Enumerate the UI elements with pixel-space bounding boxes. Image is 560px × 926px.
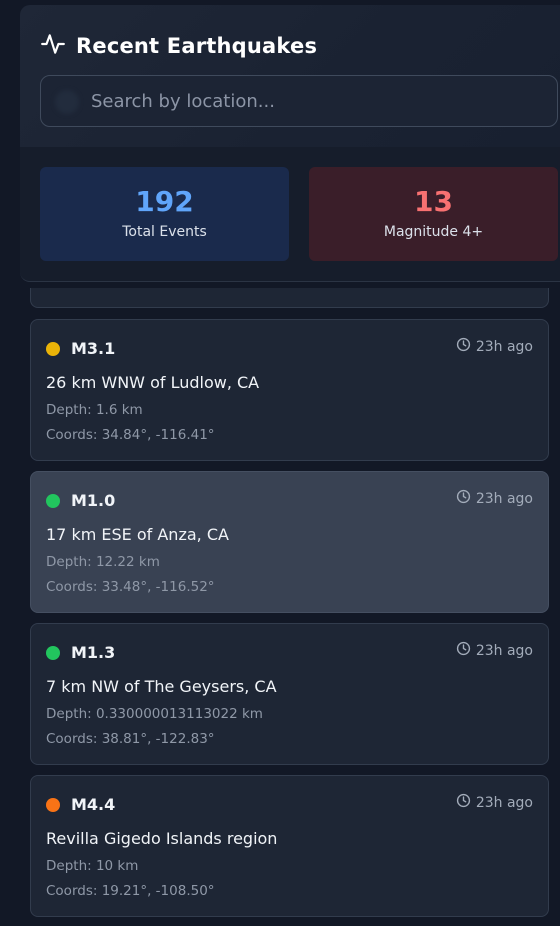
quake-depth: Depth: 12.22 km <box>46 554 160 570</box>
quake-card[interactable]: M1.3 23h ago 7 km NW of The Geysers, CA … <box>30 623 549 765</box>
header-panel: Recent Earthquakes <box>20 5 560 147</box>
magnitude-4-plus-stat: 13 Magnitude 4+ <box>309 167 558 261</box>
page-title: Recent Earthquakes <box>76 34 318 58</box>
previous-card-edge[interactable] <box>30 288 549 308</box>
quake-depth: Depth: 10 km <box>46 858 139 874</box>
magnitude-4-plus-value: 13 <box>414 185 453 218</box>
search-icon <box>55 90 79 114</box>
activity-pulse-icon <box>40 31 66 61</box>
magnitude-label: M1.0 <box>71 491 116 510</box>
quake-location: 17 km ESE of Anza, CA <box>46 525 229 544</box>
magnitude-label: M4.4 <box>71 795 116 814</box>
magnitude-dot <box>46 493 60 508</box>
magnitude-label: M3.1 <box>71 339 116 358</box>
clock-icon <box>456 337 476 356</box>
quake-location: Revilla Gigedo Islands region <box>46 829 278 848</box>
time-ago: 23h ago <box>475 338 533 355</box>
total-events-value: 192 <box>135 185 194 218</box>
clock-icon <box>456 489 476 508</box>
quake-coords: Coords: 33.48°, -116.52° <box>46 579 215 595</box>
quake-depth: Depth: 1.6 km <box>46 402 143 418</box>
magnitude-dot <box>46 341 60 356</box>
time-ago: 23h ago <box>475 490 533 507</box>
quake-card[interactable]: M3.1 23h ago 26 km WNW of Ludlow, CA Dep… <box>30 319 549 461</box>
earthquake-app: Recent Earthquakes 192 Total Events 13 M… <box>0 0 560 926</box>
magnitude-dot <box>46 645 60 660</box>
quake-card[interactable]: M4.4 23h ago Revilla Gigedo Islands regi… <box>30 775 549 917</box>
quake-coords: Coords: 34.84°, -116.41° <box>46 427 215 443</box>
time-ago: 23h ago <box>475 794 533 811</box>
total-events-stat: 192 Total Events <box>40 167 289 261</box>
time-ago: 23h ago <box>475 642 533 659</box>
quake-location: 26 km WNW of Ludlow, CA <box>46 373 260 392</box>
stats-panel: 192 Total Events 13 Magnitude 4+ <box>20 147 560 282</box>
search-box[interactable] <box>40 75 558 127</box>
magnitude-4-plus-label: Magnitude 4+ <box>383 224 484 240</box>
total-events-label: Total Events <box>122 224 207 240</box>
quake-coords: Coords: 19.21°, -108.50° <box>46 883 215 899</box>
magnitude-dot <box>46 797 60 812</box>
title-row: Recent Earthquakes <box>40 31 317 61</box>
clock-icon <box>456 641 476 660</box>
quake-card[interactable]: M1.0 23h ago 17 km ESE of Anza, CA Depth… <box>30 471 549 613</box>
magnitude-label: M1.3 <box>71 643 116 662</box>
clock-icon <box>456 793 476 812</box>
quake-location: 7 km NW of The Geysers, CA <box>46 677 277 696</box>
search-input[interactable] <box>91 76 541 126</box>
quake-coords: Coords: 38.81°, -122.83° <box>46 731 215 747</box>
quake-depth: Depth: 0.330000013113022 km <box>46 706 263 722</box>
